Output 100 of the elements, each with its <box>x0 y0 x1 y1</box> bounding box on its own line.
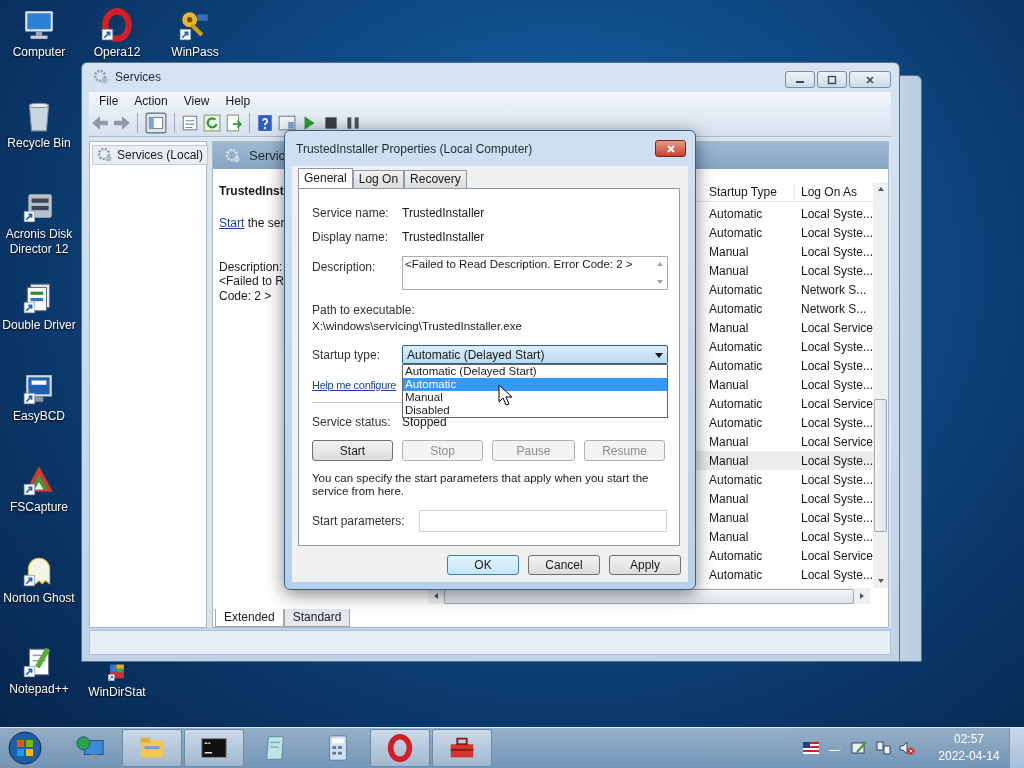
dialog-button[interactable]: Apply <box>609 555 681 575</box>
view-tab[interactable]: Extended <box>215 609 284 628</box>
table-cell-text: Automatic <box>708 396 764 411</box>
minimize-button[interactable] <box>785 71 815 88</box>
field-label: Start parameters: <box>312 514 406 528</box>
desktop-icon-label[interactable]: Norton Ghost <box>0 591 78 606</box>
field-label: Startup type: <box>312 347 382 362</box>
field-label: Service name: <box>312 206 390 220</box>
scroll-up-icon[interactable] <box>876 185 885 194</box>
scroll-left-icon[interactable] <box>432 592 440 601</box>
network-icon[interactable] <box>875 740 891 756</box>
menu-item[interactable]: Action <box>126 93 176 108</box>
table-cell-text: Local Syste... <box>800 415 873 430</box>
table-cell-text: Automatic <box>708 225 764 240</box>
blocks-icon[interactable] <box>107 662 127 682</box>
tree-item[interactable]: Services (Local) <box>92 145 209 166</box>
close-button[interactable] <box>655 140 686 157</box>
muted-speaker-icon[interactable] <box>899 740 915 756</box>
start-text: the ser <box>247 216 285 231</box>
tab[interactable]: Recovery <box>404 170 467 188</box>
close-icon <box>865 74 875 85</box>
desktop-icon-label[interactable]: Double Driver <box>0 318 78 333</box>
maximize-button[interactable] <box>817 71 847 88</box>
table-cell-text: Manual <box>708 377 750 392</box>
vertical-scrollbar[interactable] <box>873 182 888 589</box>
desktop-icon-label[interactable]: WinDirStat <box>78 685 156 700</box>
table-cell-text: Local Syste... <box>800 225 873 240</box>
dropdown-option[interactable]: Automatic (Delayed Start) <box>403 365 667 378</box>
export-list-icon[interactable] <box>225 113 243 132</box>
tab[interactable]: General <box>298 168 353 188</box>
start-parameters-field[interactable] <box>419 510 667 532</box>
menu-item[interactable]: File <box>91 93 127 108</box>
help-icon[interactable] <box>256 113 274 132</box>
table-cell-text: Automatic <box>708 339 764 354</box>
restore-icon <box>827 74 837 85</box>
table-cell-text: Manual <box>708 320 750 335</box>
dialog-button[interactable]: OK <box>447 555 519 575</box>
desktop-icon-label[interactable]: FSCapture <box>0 500 78 515</box>
dropdown-option[interactable]: Manual <box>403 391 667 404</box>
field-value: Stopped <box>402 415 447 429</box>
scroll-right-icon[interactable] <box>858 592 866 601</box>
pen-monitor-icon[interactable] <box>851 740 867 756</box>
table-cell-text: Manual <box>708 453 750 468</box>
table-cell-text: Manual <box>708 244 750 259</box>
desktop-icon-label[interactable]: Opera12 <box>78 45 156 60</box>
service-control-button[interactable]: Start <box>312 440 393 461</box>
taskbar-button[interactable] <box>184 729 244 767</box>
table-cell-text: Local Syste... <box>800 510 873 525</box>
desktop-icon-label[interactable]: Recycle Bin <box>0 136 78 151</box>
desktop-icon-label[interactable]: Acronis Disk Director 12 <box>0 227 78 257</box>
table-cell-text: Manual <box>708 434 750 449</box>
column-header[interactable]: Startup Type <box>703 184 795 199</box>
view-tab[interactable]: Standard <box>283 609 351 628</box>
table-cell-text: Automatic <box>708 301 764 316</box>
help-link[interactable]: Help me configure <box>312 377 397 393</box>
desktop-icon-label[interactable]: Notepad++ <box>0 682 78 697</box>
gears-icon <box>97 147 113 164</box>
scrollbar-thumb[interactable] <box>874 398 887 532</box>
table-cell-text: Local Syste... <box>800 377 873 392</box>
flag-icon[interactable] <box>803 740 819 756</box>
startup-type-dropdown[interactable]: Automatic (Delayed Start) <box>402 345 668 364</box>
table-cell-text: Network S... <box>800 282 868 297</box>
description-text: Code: 2 > <box>219 289 272 305</box>
column-header[interactable]: Log On As <box>795 184 873 199</box>
table-cell-text: Manual <box>708 491 750 506</box>
table-cell-text: Local Syste... <box>800 453 873 468</box>
field-label: Service status: <box>312 415 392 429</box>
ring-logo-icon[interactable] <box>100 8 134 42</box>
field-label: Path to executable: <box>312 302 416 318</box>
start-link[interactable]: Start <box>219 216 245 231</box>
desktop-icon-label[interactable]: Computer <box>0 45 78 60</box>
desktop-icon-label[interactable]: EasyBCD <box>0 409 78 424</box>
table-cell-text: Local Syste... <box>800 339 873 354</box>
console-tree-icon[interactable] <box>144 111 168 134</box>
properties-icon[interactable] <box>181 113 199 132</box>
menu-item[interactable]: Help <box>217 93 259 108</box>
dialog-button[interactable]: Cancel <box>528 555 600 575</box>
table-cell-text: Automatic <box>708 358 764 373</box>
dialog-title: TrustedInstaller Properties (Local Computer) <box>296 141 533 156</box>
dropdown-option[interactable]: Disabled <box>403 404 667 417</box>
pane-title: Servic <box>249 148 286 164</box>
help-text: You can specify the start parameters that apply when you start the service from here. <box>312 472 650 498</box>
table-cell-text: Local Service <box>800 434 873 449</box>
refresh-icon[interactable] <box>203 113 221 132</box>
field-label: Display name: <box>312 230 390 244</box>
table-cell-text: Local Syste... <box>800 472 873 487</box>
table-cell-text: Local Service <box>800 320 873 335</box>
start-button[interactable] <box>7 730 43 766</box>
table-cell-text: Local Syste... <box>800 206 873 221</box>
taskbar-button[interactable] <box>432 729 492 767</box>
menu-item[interactable]: View <box>175 93 218 108</box>
console-view-icon[interactable] <box>278 113 296 132</box>
table-cell-text: Local Syste... <box>800 263 873 278</box>
table-cell-text: Automatic <box>708 548 764 563</box>
computer-icon[interactable] <box>22 8 56 42</box>
table-cell-text: Automatic <box>708 206 764 221</box>
tab[interactable]: Log On <box>352 170 405 188</box>
table-cell-text: Local Syste... <box>800 567 873 582</box>
table-cell-text: Manual <box>708 263 750 278</box>
desktop-icon-label[interactable]: WinPass <box>156 45 234 60</box>
